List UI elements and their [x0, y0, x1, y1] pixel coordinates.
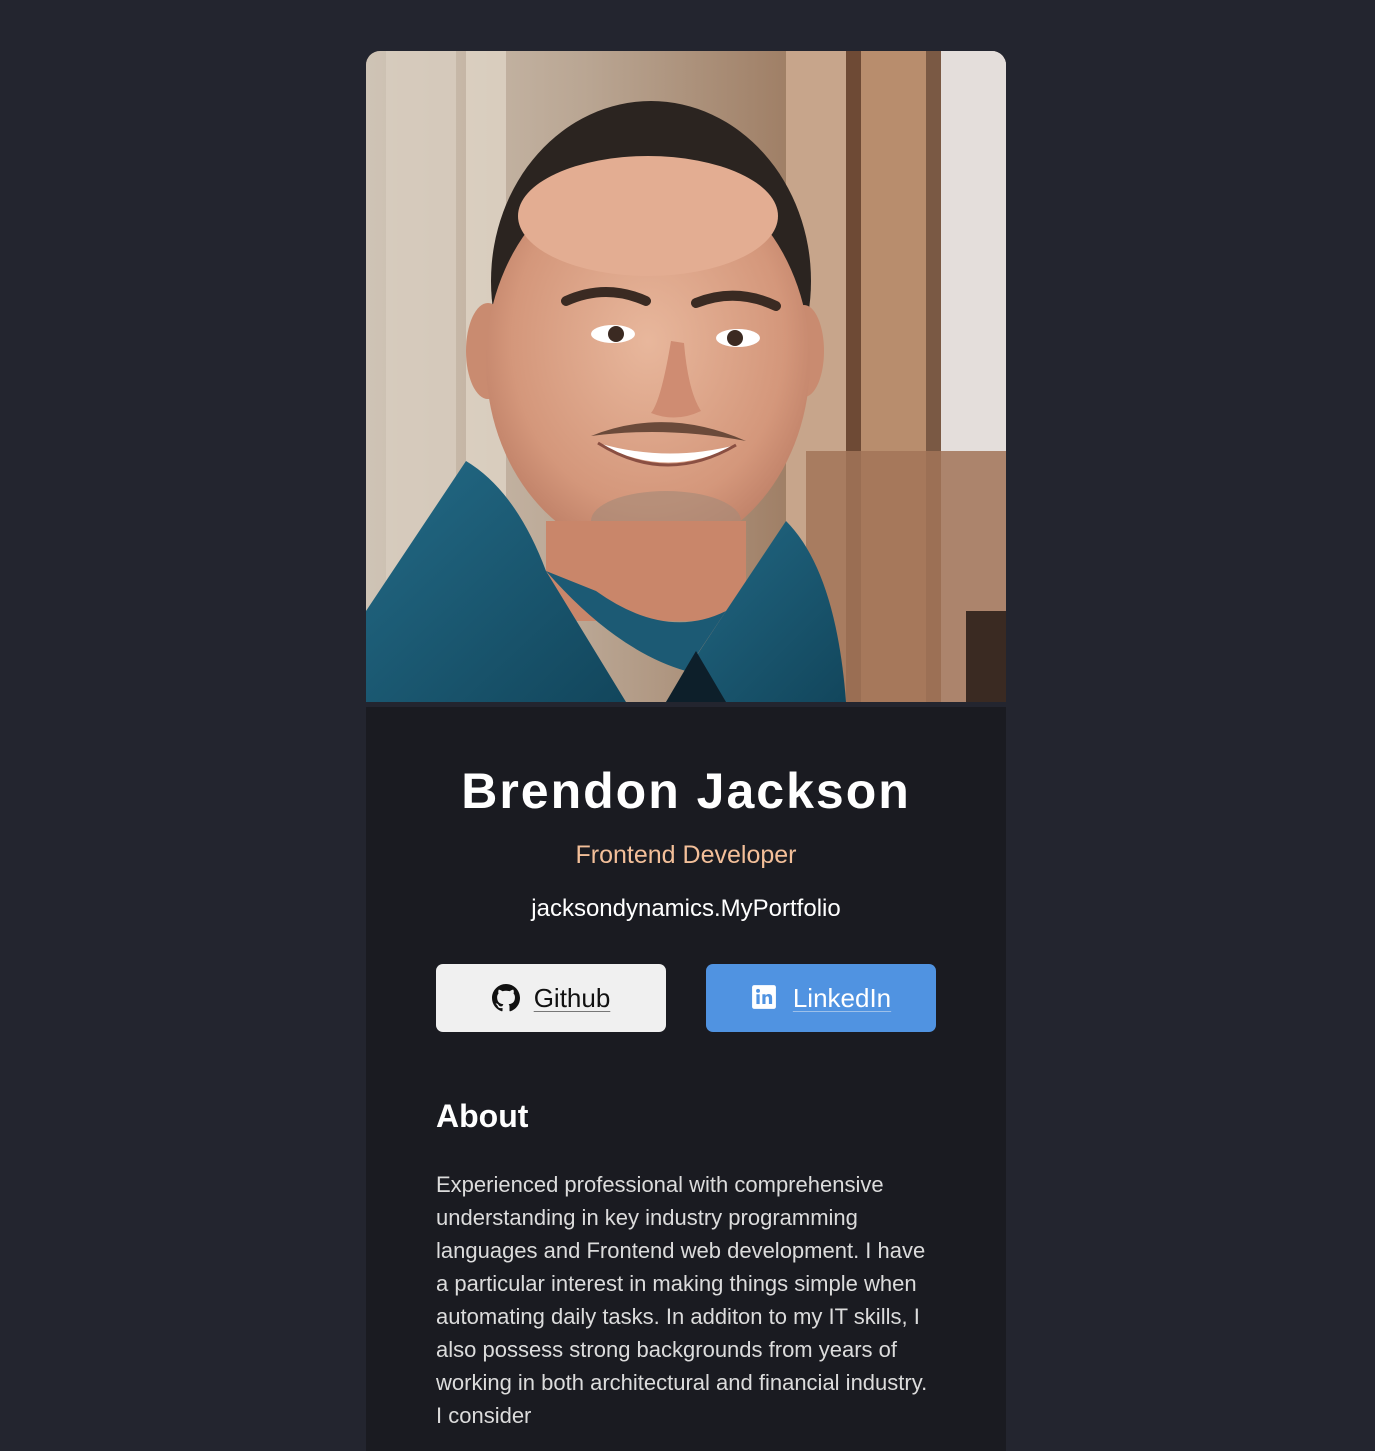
about-text: Experienced professional with comprehens…: [436, 1172, 928, 1428]
github-button[interactable]: Github: [436, 964, 666, 1032]
github-icon: [491, 984, 520, 1012]
profile-photo-image: [366, 51, 1006, 702]
linkedin-button-label: LinkedIn: [792, 982, 892, 1013]
profile-photo: [366, 51, 1006, 702]
profile-site: jacksondynamics.MyPortfolio: [531, 895, 841, 922]
photo-divider: [366, 702, 1006, 707]
profile-role: Frontend Developer: [575, 841, 797, 869]
github-button-label: Github: [533, 982, 611, 1013]
linkedin-icon: [751, 984, 779, 1012]
about-heading: About: [436, 1098, 529, 1134]
linkedin-button[interactable]: LinkedIn: [706, 964, 936, 1032]
profile-card: Brendon Jackson Frontend Developer jacks…: [366, 51, 1006, 1451]
profile-name: Brendon Jackson: [461, 763, 911, 819]
